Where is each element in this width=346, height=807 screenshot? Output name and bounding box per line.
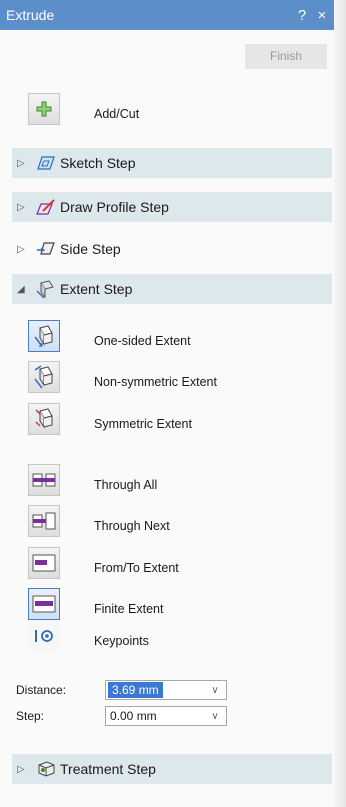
chevron-down-icon[interactable]: ∨ bbox=[207, 711, 223, 722]
collapse-triangle-icon: ◢ bbox=[17, 283, 25, 295]
section-extent-step[interactable]: ◢ Extent Step bbox=[12, 274, 332, 304]
command-panel: Finish Add/Cut ▷ Sketch Step ▷ Draw Prof… bbox=[0, 30, 334, 807]
through-all-label: Through All bbox=[94, 478, 158, 492]
treatment-step-icon bbox=[35, 759, 57, 779]
distance-label: Distance: bbox=[16, 683, 67, 697]
finish-button[interactable]: Finish bbox=[245, 44, 327, 69]
through-next-icon bbox=[32, 512, 56, 530]
symmetric-extent-icon bbox=[35, 408, 53, 429]
section-treatment-step[interactable]: ▷ Treatment Step bbox=[12, 754, 332, 784]
window-shadow bbox=[334, 0, 346, 807]
through-next-label: Through Next bbox=[94, 519, 170, 533]
one-sided-extent-icon bbox=[34, 325, 53, 347]
chevron-down-icon[interactable]: ∨ bbox=[207, 685, 223, 696]
from-to-extent-icon bbox=[32, 554, 56, 572]
section-label: Side Step bbox=[60, 241, 121, 257]
from-to-extent-button[interactable] bbox=[28, 547, 60, 579]
window-title: Extrude bbox=[6, 7, 55, 23]
step-label: Step: bbox=[16, 709, 45, 723]
keypoints-icon bbox=[35, 630, 53, 642]
through-next-button[interactable] bbox=[28, 505, 60, 537]
extrude-window: Extrude ? × Finish Add/Cut ▷ Sketch Step… bbox=[0, 0, 346, 807]
one-sided-extent-button[interactable] bbox=[28, 320, 60, 352]
section-sketch-step[interactable]: ▷ Sketch Step bbox=[12, 148, 332, 178]
help-button[interactable]: ? bbox=[294, 7, 310, 24]
non-symmetric-extent-label: Non-symmetric Extent bbox=[94, 375, 217, 389]
draw-profile-icon bbox=[35, 197, 57, 217]
expand-triangle-icon: ▷ bbox=[17, 243, 25, 255]
through-all-icon bbox=[32, 473, 56, 487]
step-field[interactable]: 0.00 mm ∨ bbox=[105, 706, 227, 726]
extent-step-icon bbox=[35, 279, 57, 299]
through-all-button[interactable] bbox=[28, 464, 60, 496]
finite-extent-icon bbox=[32, 595, 56, 613]
side-step-icon bbox=[35, 239, 57, 259]
expand-triangle-icon: ▷ bbox=[17, 157, 25, 169]
section-side-step[interactable]: ▷ Side Step bbox=[12, 234, 332, 264]
distance-value[interactable]: 3.69 mm bbox=[108, 682, 163, 698]
section-label: Treatment Step bbox=[60, 761, 156, 777]
sketch-step-icon bbox=[35, 153, 57, 173]
plus-icon bbox=[36, 101, 52, 117]
one-sided-extent-label: One-sided Extent bbox=[94, 334, 191, 348]
step-value[interactable]: 0.00 mm bbox=[106, 709, 207, 723]
finite-extent-label: Finite Extent bbox=[94, 602, 164, 616]
non-symmetric-extent-icon bbox=[34, 365, 53, 389]
non-symmetric-extent-button[interactable] bbox=[28, 361, 60, 393]
section-label: Extent Step bbox=[60, 281, 133, 297]
symmetric-extent-button[interactable] bbox=[28, 403, 60, 435]
keypoints-button[interactable] bbox=[28, 620, 60, 652]
expand-triangle-icon: ▷ bbox=[17, 201, 25, 213]
keypoints-label: Keypoints bbox=[94, 634, 149, 648]
close-button[interactable]: × bbox=[314, 7, 330, 24]
from-to-extent-label: From/To Extent bbox=[94, 561, 179, 575]
expand-triangle-icon: ▷ bbox=[17, 763, 25, 775]
section-label: Draw Profile Step bbox=[60, 199, 169, 215]
section-draw-profile-step[interactable]: ▷ Draw Profile Step bbox=[12, 192, 332, 222]
add-cut-button[interactable] bbox=[28, 93, 60, 125]
distance-field[interactable]: 3.69 mm ∨ bbox=[105, 680, 227, 700]
section-label: Sketch Step bbox=[60, 155, 136, 171]
symmetric-extent-label: Symmetric Extent bbox=[94, 417, 192, 431]
add-cut-label: Add/Cut bbox=[94, 107, 140, 121]
title-bar[interactable]: Extrude ? × bbox=[0, 0, 334, 30]
finite-extent-button[interactable] bbox=[28, 588, 60, 620]
